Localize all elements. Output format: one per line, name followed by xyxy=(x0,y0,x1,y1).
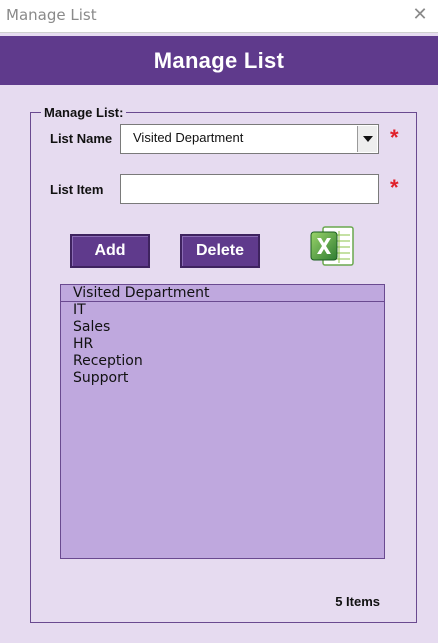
excel-export-icon[interactable] xyxy=(309,223,355,269)
list-item[interactable]: Reception xyxy=(73,353,384,370)
list-item[interactable]: Sales xyxy=(73,319,384,336)
item-count: 5 Items xyxy=(335,594,380,609)
list-header: Visited Department xyxy=(61,285,384,302)
list-item[interactable]: HR xyxy=(73,336,384,353)
list-item[interactable]: Support xyxy=(73,370,384,387)
list-name-required-mark: * xyxy=(390,125,399,150)
list-item-required-mark: * xyxy=(390,175,399,200)
groupbox-label: Manage List: xyxy=(41,105,127,120)
list-item-input[interactable] xyxy=(120,174,379,204)
list-name-select[interactable]: Visited Department xyxy=(120,124,379,154)
add-button[interactable]: Add xyxy=(70,234,150,268)
list-name-label: List Name xyxy=(50,131,113,146)
excel-icon xyxy=(310,226,354,266)
delete-button[interactable]: Delete xyxy=(180,234,260,268)
window-title: Manage List xyxy=(6,6,97,24)
page-title: Manage List xyxy=(153,47,285,73)
list-item-label: List Item xyxy=(50,182,104,197)
list-name-value: Visited Department xyxy=(133,130,244,145)
list-items: IT Sales HR Reception Support xyxy=(61,302,384,387)
list-item[interactable]: IT xyxy=(73,302,384,319)
close-icon[interactable]: ✕ xyxy=(410,4,430,26)
dropdown-button[interactable] xyxy=(357,126,377,152)
chevron-down-icon xyxy=(362,136,373,142)
page-header: Manage List xyxy=(0,36,438,85)
window-titlebar: Manage List ✕ xyxy=(0,0,438,33)
list-items-box[interactable]: Visited Department IT Sales HR Reception… xyxy=(60,284,385,559)
